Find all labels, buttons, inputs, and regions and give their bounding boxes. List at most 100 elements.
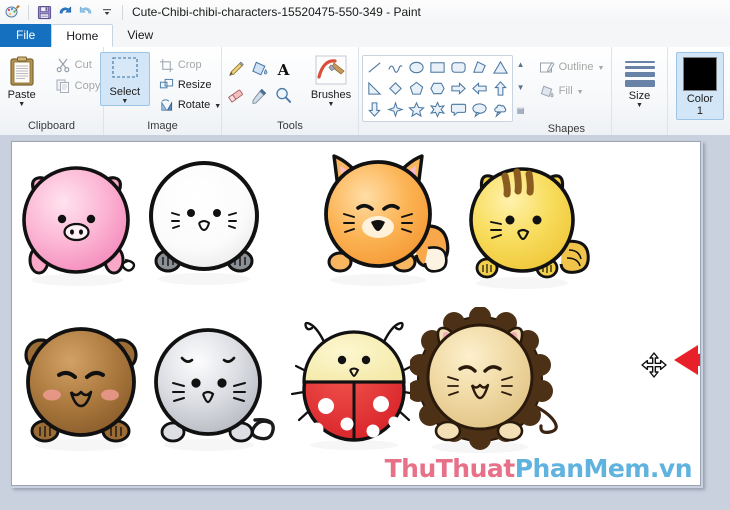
size-dropdown-caret[interactable]: ▼ (636, 102, 643, 109)
drawing-canvas[interactable]: ThuThuatPhanMem.vn (11, 141, 701, 486)
fill-icon (540, 85, 554, 98)
crop-icon (159, 58, 173, 72)
rotate-button[interactable]: Rotate ▼ (155, 96, 225, 114)
shape-four-point-star[interactable] (385, 99, 406, 120)
shape-pentagon[interactable] (406, 78, 427, 99)
shapes-scroll-up-icon[interactable]: ▲ (515, 55, 527, 74)
shape-up-arrow[interactable] (490, 78, 511, 99)
shape-line[interactable] (364, 57, 385, 78)
ladybug-character[interactable] (290, 310, 420, 452)
brushes-button[interactable]: Brushes ▼ (305, 52, 357, 108)
ribbon-group-clipboard: Paste ▼ Cut Copy Clipboard (0, 47, 103, 135)
color-1-label: Color 1 (687, 93, 713, 117)
tab-view[interactable]: View (113, 24, 167, 47)
text-icon[interactable]: A (272, 58, 294, 80)
cut-label: Cut (74, 59, 92, 71)
size-label: Size (628, 90, 651, 102)
fill-with-color-icon[interactable] (248, 58, 270, 80)
shape-diamond[interactable] (385, 78, 406, 99)
quick-access-toolbar (0, 0, 126, 24)
shape-right-arrow[interactable] (448, 78, 469, 99)
undo-icon[interactable] (56, 3, 74, 21)
select-button[interactable]: Select ▼ (99, 52, 150, 106)
shape-polygon[interactable] (469, 57, 490, 78)
select-dropdown-caret[interactable]: ▼ (121, 98, 128, 105)
shape-oval-callout[interactable] (469, 99, 490, 120)
magnifier-icon[interactable] (272, 84, 294, 106)
outline-button[interactable]: Outline ▼ (535, 58, 609, 76)
shape-cloud-callout[interactable] (490, 99, 511, 120)
shapes-group-label: Shapes (547, 123, 585, 135)
shape-rounded-rectangle[interactable] (448, 57, 469, 78)
size-group-label-spacer (638, 119, 641, 133)
paste-button[interactable]: Paste ▼ (0, 52, 45, 108)
shape-five-point-star[interactable] (406, 99, 427, 120)
tab-home[interactable]: Home (51, 24, 114, 47)
rotate-icon (161, 98, 172, 111)
shape-six-point-star[interactable] (427, 99, 448, 120)
color-picker-icon[interactable] (248, 84, 270, 106)
pencil-icon[interactable] (224, 58, 246, 80)
red-arrow-annotation (674, 345, 700, 375)
outline-label: Outline (558, 61, 594, 73)
color-1-button[interactable]: Color 1 (676, 52, 724, 120)
size-button[interactable]: Size ▼ (617, 52, 663, 109)
brushes-dropdown-caret[interactable]: ▼ (328, 101, 335, 108)
color-1-label-line2: 1 (696, 105, 704, 117)
size-line-1 (624, 61, 655, 63)
window-title: Cute-Chibi-chibi-characters-15520475-550… (132, 5, 421, 19)
color-1-swatch[interactable] (683, 57, 717, 91)
paint-window: Cute-Chibi-chibi-characters-15520475-550… (0, 0, 730, 510)
shapes-scroll-down-icon[interactable]: ▼ (515, 78, 527, 97)
customize-quick-access-icon[interactable] (98, 3, 116, 21)
tab-file[interactable]: File (0, 24, 52, 47)
size-line-2 (624, 66, 655, 69)
shape-left-arrow[interactable] (469, 78, 490, 99)
colors-group-label-spacer (722, 120, 725, 134)
image-group-label: Image (147, 120, 178, 132)
shape-curve[interactable] (385, 57, 406, 78)
crop-button[interactable]: Crop (155, 56, 225, 74)
white-cat-character[interactable] (142, 151, 267, 286)
paint-app-icon[interactable] (4, 3, 22, 21)
move-cursor (641, 352, 667, 378)
title-bar: Cute-Chibi-chibi-characters-15520475-550… (0, 0, 730, 25)
paste-dropdown-caret[interactable]: ▼ (18, 101, 25, 108)
size-line-3 (624, 72, 655, 77)
yellow-cat-character[interactable] (457, 150, 602, 290)
mouse-character[interactable] (147, 320, 292, 452)
lion-character[interactable] (410, 307, 570, 455)
ribbon-group-shapes: ▲ ▼ ▤ Outline ▼ Fill ▼ Shapes (358, 47, 611, 135)
bear-character[interactable] (17, 317, 147, 452)
qat-separator (28, 4, 29, 20)
fill-button[interactable]: Fill ▼ (535, 82, 609, 100)
eraser-icon[interactable] (224, 84, 246, 106)
outline-dropdown-caret[interactable]: ▼ (597, 65, 604, 72)
shape-rounded-callout[interactable] (448, 99, 469, 120)
tools-grid: A (223, 52, 295, 108)
shape-hexagon[interactable] (427, 78, 448, 99)
tools-group-label: Tools (277, 120, 303, 132)
shape-triangle[interactable] (490, 57, 511, 78)
resize-icon (159, 78, 173, 88)
ribbon: Paste ▼ Cut Copy Clipboard Select ▼ Crop… (0, 47, 730, 136)
shapes-expand-icon[interactable]: ▤ (515, 101, 527, 120)
ribbon-group-colors: Color 1 Co (667, 47, 730, 135)
shapes-grid (361, 55, 513, 122)
ribbon-group-tools: A Brushes ▼ Tools (221, 47, 358, 135)
redo-icon[interactable] (77, 3, 95, 21)
fox-character[interactable] (312, 142, 457, 287)
shape-rectangle[interactable] (427, 57, 448, 78)
pig-character[interactable] (15, 152, 140, 287)
shapes-scrollbar[interactable]: ▲ ▼ ▤ (515, 55, 527, 120)
workspace: ThuThuatPhanMem.vn (0, 135, 730, 510)
shape-down-arrow[interactable] (364, 99, 385, 120)
fill-dropdown-caret[interactable]: ▼ (577, 89, 584, 96)
save-icon[interactable] (35, 3, 53, 21)
shape-oval[interactable] (406, 57, 427, 78)
select-icon (112, 57, 138, 78)
shape-right-triangle[interactable] (364, 78, 385, 99)
watermark-part2: PhanMem.vn (514, 454, 693, 483)
size-preview (624, 55, 655, 87)
resize-button[interactable]: Resize (155, 76, 225, 94)
